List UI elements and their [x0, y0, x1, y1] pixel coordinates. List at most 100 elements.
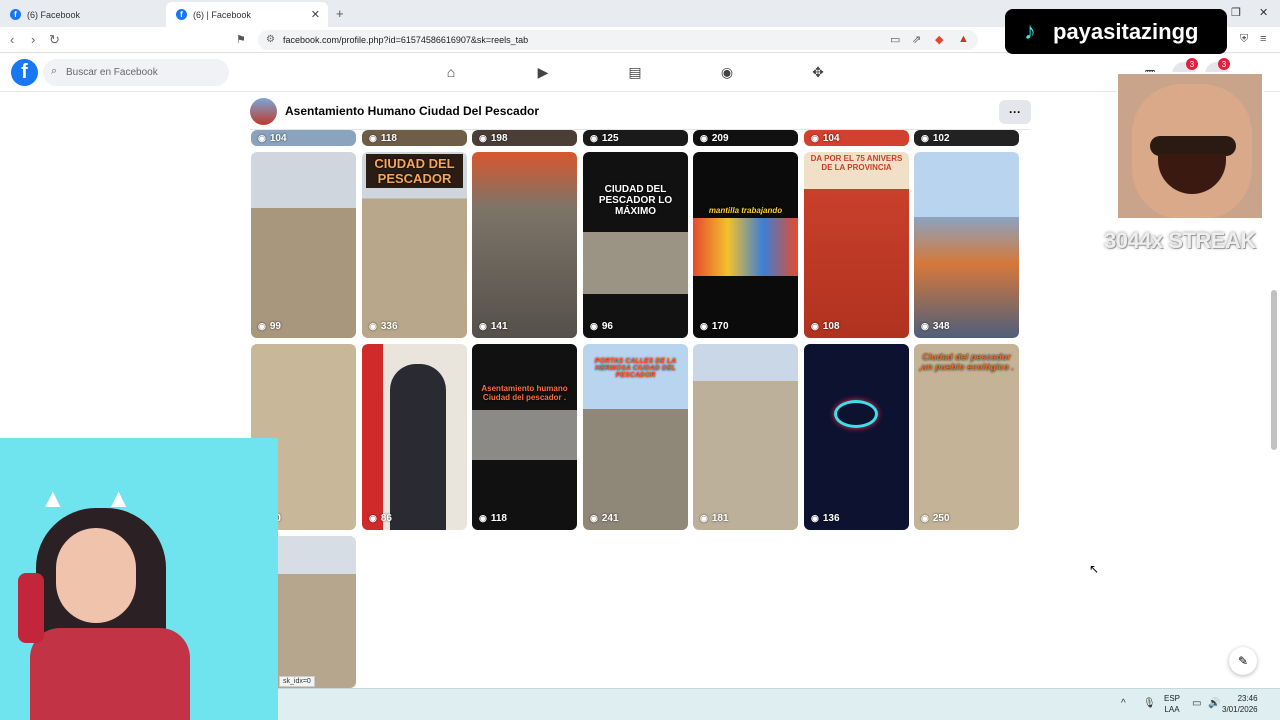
- microphone-tray-icon[interactable]: 🎙: [1143, 698, 1156, 709]
- reel-tile[interactable]: ◉ 86: [362, 344, 467, 530]
- video-icon[interactable]: ▶: [534, 63, 552, 81]
- facebook-favicon-icon: f: [10, 9, 21, 20]
- eye-icon: ◉: [258, 321, 266, 331]
- reel-tile[interactable]: ◉ 348: [914, 152, 1019, 338]
- status-link-preview: sk_idx=0: [279, 676, 315, 687]
- new-message-button[interactable]: ✎: [1229, 647, 1257, 675]
- view-count: ◉ 198: [479, 133, 508, 144]
- menu-icon[interactable]: ≡: [1260, 33, 1266, 45]
- display-tray-icon[interactable]: ▭: [1192, 698, 1201, 709]
- tray-chevron-icon[interactable]: ^: [1121, 698, 1126, 709]
- close-window-icon[interactable]: ✕: [1259, 6, 1268, 19]
- tab-facebook-2[interactable]: f (6) | Facebook ✕: [166, 2, 328, 27]
- reel-tile[interactable]: ◉ 104: [251, 130, 356, 146]
- more-options-button[interactable]: ···: [999, 100, 1031, 124]
- reel-tile[interactable]: Asentamiento humano Ciudad del pescador …: [472, 344, 577, 530]
- lights-figure: [834, 400, 878, 428]
- install-icon[interactable]: ▭: [890, 33, 900, 46]
- restore-icon[interactable]: ❐: [1231, 6, 1241, 19]
- reel-tile[interactable]: ◉ 102: [914, 130, 1019, 146]
- profile-name[interactable]: Asentamiento Humano Ciudad Del Pescador: [285, 104, 539, 118]
- reel-thumbnail: [583, 232, 688, 294]
- eye-icon: ◉: [811, 133, 819, 143]
- reel-caption: mantilla trabajando: [708, 206, 783, 215]
- speaker-figure: [390, 364, 446, 530]
- view-count: ◉ 141: [479, 321, 508, 332]
- url-field[interactable]: ⚙ facebook.com/profile.php?id=6157458661…: [258, 30, 978, 50]
- eye-icon: ◉: [811, 321, 819, 331]
- reel-tile[interactable]: Ciudad del pescador ,un pueblo ecológico…: [914, 344, 1019, 530]
- view-count: ◉ 136: [811, 513, 840, 524]
- rewards-icon[interactable]: ▲: [958, 33, 969, 45]
- home-icon[interactable]: ⌂: [442, 63, 460, 81]
- close-tab-icon[interactable]: ✕: [311, 8, 320, 21]
- reel-caption: DA POR EL 75 ANIVERS DE LA PROVINCIA: [810, 154, 903, 172]
- bookmark-icon[interactable]: ⚑: [236, 33, 246, 46]
- new-tab-button[interactable]: +: [336, 6, 344, 21]
- reel-tile[interactable]: PORTAS CALLES DE LA HERMOSA CIUDAD DEL P…: [583, 344, 688, 530]
- reel-tile[interactable]: ◉ 181: [693, 344, 798, 530]
- tiktok-username: payasitazingg: [1053, 18, 1199, 44]
- notifications-badge: 3: [1218, 58, 1230, 70]
- reel-tile[interactable]: ◉ 125: [583, 130, 688, 146]
- back-icon[interactable]: ‹: [10, 32, 14, 47]
- eye-icon: ◉: [590, 133, 598, 143]
- eye-icon: ◉: [369, 133, 377, 143]
- reel-tile[interactable]: ◉ 209: [693, 130, 798, 146]
- reel-thumbnail: [472, 410, 577, 460]
- forward-icon[interactable]: ›: [31, 32, 35, 47]
- clock-date: 3/01/2026: [1222, 705, 1258, 714]
- input-language[interactable]: ESP LAA: [1164, 693, 1180, 715]
- streamer-face: [56, 528, 136, 623]
- cat-ears-icon: ▲▲: [40, 483, 172, 513]
- reel-tile[interactable]: ◉ 198: [472, 130, 577, 146]
- eye-icon: ◉: [369, 321, 377, 331]
- gaming-icon[interactable]: ✥: [809, 63, 827, 81]
- messenger-badge: 3: [1186, 58, 1198, 70]
- reel-tile[interactable]: DA POR EL 75 ANIVERS DE LA PROVINCIA ◉ 10…: [804, 152, 909, 338]
- vpn-icon[interactable]: ⛨: [1240, 33, 1248, 46]
- url-text: facebook.com/profile.php?id=615745866169…: [283, 35, 529, 45]
- volume-icon[interactable]: 🔊: [1208, 698, 1220, 709]
- search-input[interactable]: ⌕ Buscar en Facebook: [43, 59, 229, 86]
- brave-shield-icon[interactable]: ◆: [935, 33, 943, 46]
- eye-icon: ◉: [590, 321, 598, 331]
- view-count: ◉ 86: [369, 513, 392, 524]
- reel-tile[interactable]: ◉ 141: [472, 152, 577, 338]
- profile-avatar[interactable]: [250, 98, 277, 125]
- view-count: ◉ 181: [700, 513, 729, 524]
- marketplace-icon[interactable]: ▤: [626, 63, 644, 81]
- view-count: ◉ 118: [479, 513, 507, 524]
- profile-sticky-header: Asentamiento Humano Ciudad Del Pescador …: [250, 94, 1031, 130]
- reel-tile[interactable]: ◉ 136: [804, 344, 909, 530]
- page-scrollbar[interactable]: [1271, 290, 1277, 450]
- tiktok-logo-icon: ♪: [1024, 17, 1036, 45]
- reel-tile[interactable]: ◉ 99: [251, 152, 356, 338]
- eye-icon: ◉: [700, 133, 708, 143]
- tab-facebook-1[interactable]: f (6) Facebook: [0, 2, 165, 27]
- reel-tile[interactable]: CIUDAD DEL PESCADOR LO MÁXIMO ◉ 96: [583, 152, 688, 338]
- microphone-icon: [18, 573, 44, 643]
- taskbar-clock[interactable]: 23:46 3/01/2026: [1222, 693, 1258, 715]
- reel-tile[interactable]: ◉ 104: [804, 130, 909, 146]
- webcam-overlay: ▲▲: [0, 438, 278, 720]
- streamer-body: [30, 628, 190, 720]
- reel-tile[interactable]: mantilla trabajando ◉ 170: [693, 152, 798, 338]
- reload-icon[interactable]: ↻: [49, 32, 60, 48]
- view-count: ◉ 118: [369, 133, 397, 144]
- facebook-favicon-icon: f: [176, 9, 187, 20]
- share-icon[interactable]: ⇗: [912, 33, 921, 46]
- reel-caption: Ciudad del pescador ,un pueblo ecológico…: [918, 352, 1014, 372]
- sticker-mustache: [1150, 136, 1236, 156]
- tiktok-name-overlay: ♪ payasitazingg: [1005, 9, 1227, 54]
- view-count: ◉ 108: [811, 321, 840, 332]
- facebook-logo-icon[interactable]: f: [11, 59, 38, 86]
- reel-tile[interactable]: ◉ 118: [362, 130, 467, 146]
- groups-icon[interactable]: ◉: [718, 63, 736, 81]
- reel-caption: CIUDAD DEL PESCADOR: [366, 154, 463, 188]
- eye-icon: ◉: [479, 513, 487, 523]
- view-count: ◉ 104: [811, 133, 840, 144]
- eye-icon: ◉: [258, 133, 266, 143]
- reel-tile[interactable]: CIUDAD DEL PESCADOR ◉ 336: [362, 152, 467, 338]
- site-info-icon[interactable]: ⚙: [266, 34, 275, 45]
